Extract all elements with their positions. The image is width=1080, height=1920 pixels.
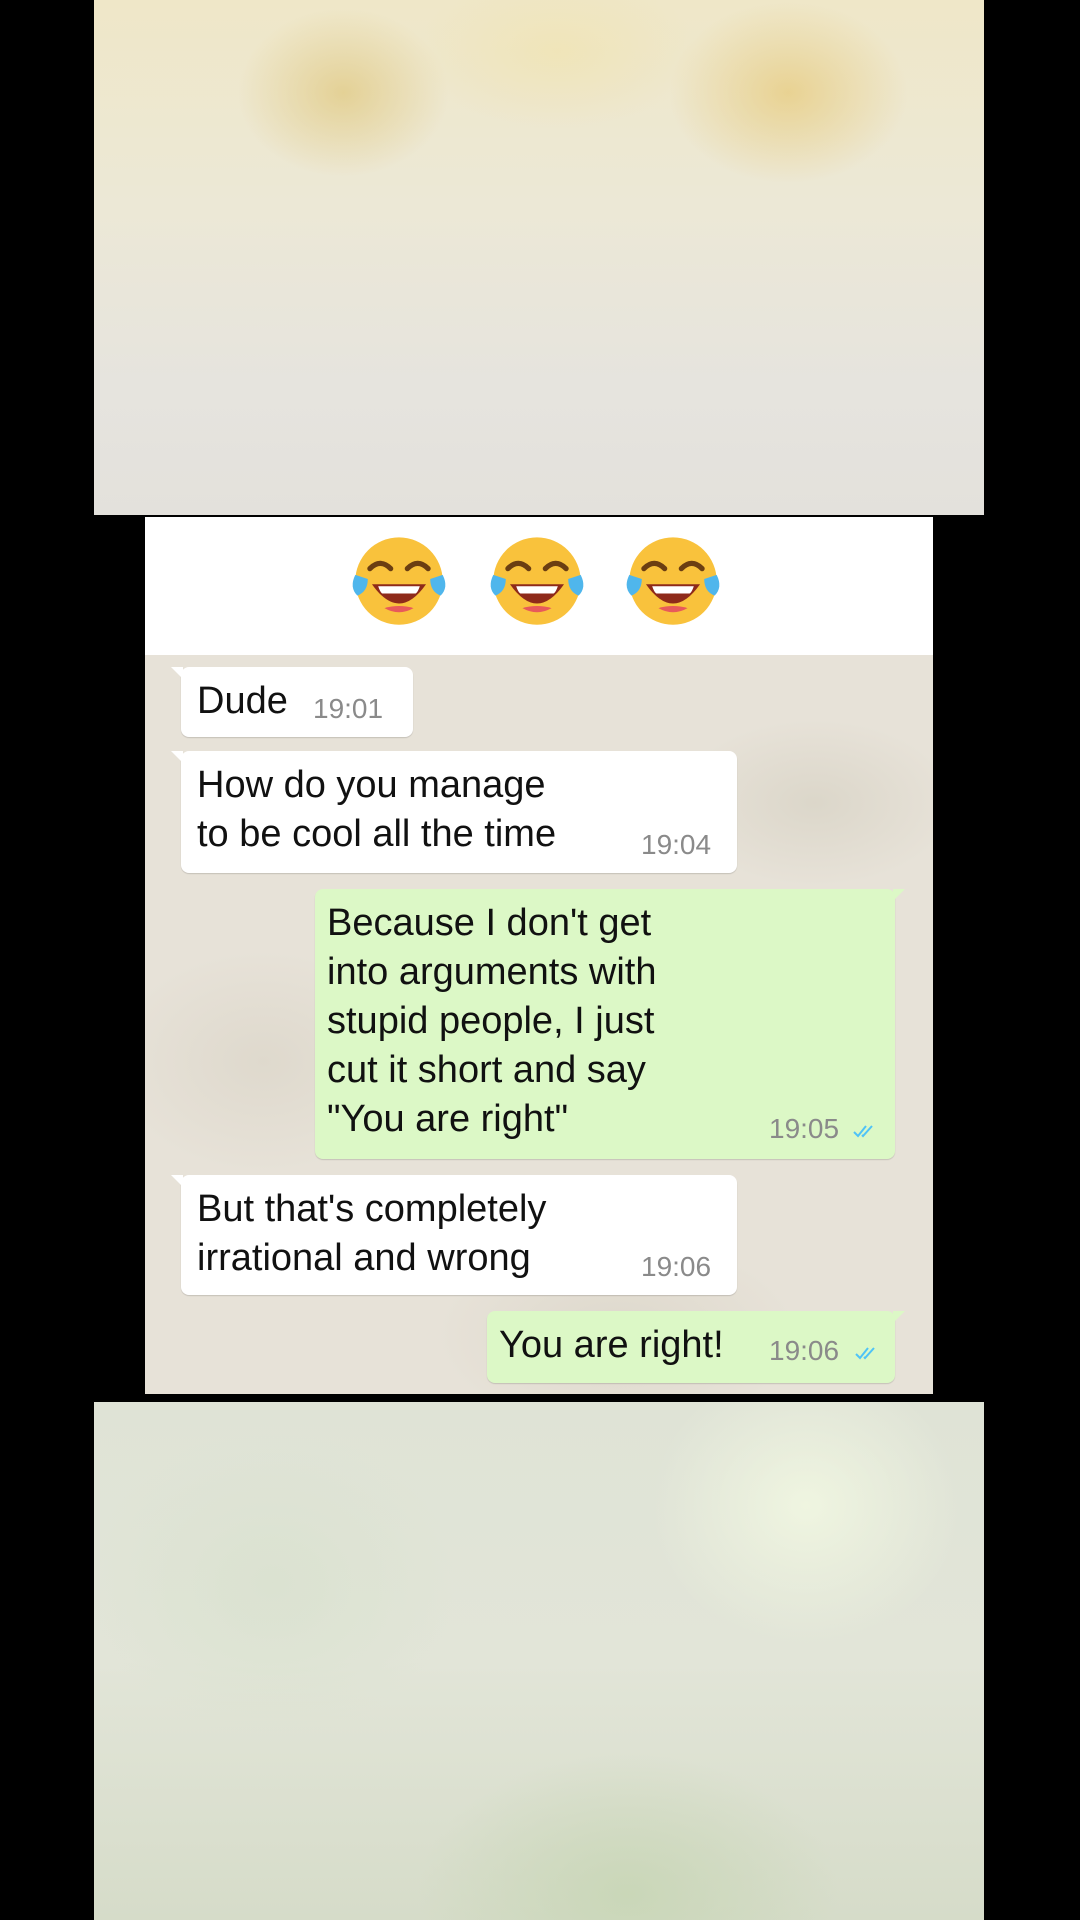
bubble-tail [171, 751, 183, 763]
outgoing-message[interactable]: Because I don't get into arguments with … [315, 889, 905, 1159]
bubble-tail [893, 889, 905, 901]
message-text: But that's completely irrational and wro… [197, 1188, 547, 1279]
blurred-background-top [94, 0, 984, 515]
bubble-tail [171, 1175, 183, 1187]
message-timestamp: 19:04 [641, 829, 712, 860]
message-timestamp: 19:06 [769, 1335, 840, 1366]
video-frame: Dude 19:01 How do you manage to be cool … [0, 0, 1080, 1920]
message-text: Because I don't get into arguments with … [327, 902, 657, 1140]
message-timestamp: 19:06 [641, 1251, 712, 1282]
emoji-header [145, 517, 933, 655]
tears-of-joy-emoji-icon [626, 537, 720, 625]
incoming-message[interactable]: But that's completely irrational and wro… [171, 1175, 737, 1295]
message-timestamp: 19:01 [313, 693, 384, 724]
chat-screenshot: Dude 19:01 How do you manage to be cool … [145, 517, 933, 1394]
incoming-message[interactable]: How do you manage to be cool all the tim… [171, 751, 737, 873]
tears-of-joy-emoji-icon [490, 537, 584, 625]
read-receipt-icon [853, 1125, 873, 1138]
blurred-background-bottom [94, 1402, 984, 1920]
incoming-message[interactable]: Dude 19:01 [171, 667, 413, 737]
bubble-tail [171, 667, 183, 679]
outgoing-message[interactable]: You are right! 19:06 [487, 1311, 905, 1383]
bubble-tail [893, 1311, 905, 1323]
tears-of-joy-emoji-icon [352, 537, 446, 625]
message-text: Dude [197, 680, 288, 722]
message-timestamp: 19:05 [769, 1113, 840, 1144]
message-text: How do you manage to be cool all the tim… [197, 764, 557, 855]
read-receipt-icon [855, 1347, 875, 1360]
chat-wallpaper: Dude 19:01 How do you manage to be cool … [145, 655, 933, 1394]
message-text: You are right! [499, 1324, 724, 1366]
